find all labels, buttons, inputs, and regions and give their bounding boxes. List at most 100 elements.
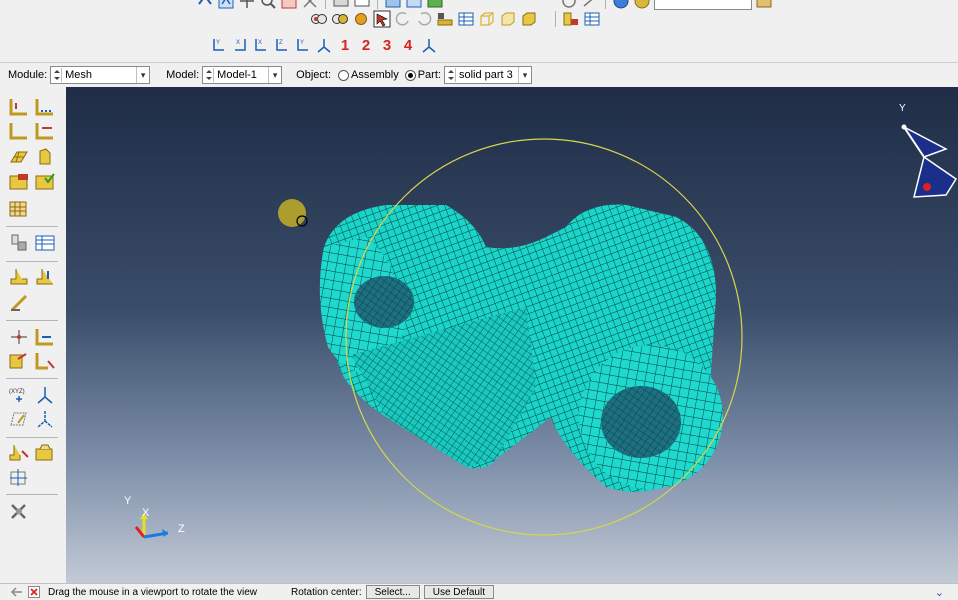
toolbar-separator	[555, 11, 556, 27]
module-dropdown-icon[interactable]: ▾	[136, 67, 149, 83]
model-tree-icon[interactable]	[583, 10, 601, 28]
solid-circle-icon[interactable]	[352, 10, 370, 28]
toolbox-separator	[6, 378, 58, 379]
query-part-icon[interactable]	[34, 443, 56, 463]
part-dropdown-icon[interactable]: ▾	[517, 67, 531, 83]
rotation-center-label: Rotation center:	[291, 586, 362, 598]
part-radio[interactable]	[404, 69, 416, 81]
model-spinner-icon[interactable]	[205, 68, 215, 82]
assembly-radio[interactable]	[338, 69, 350, 81]
tools-icon[interactable]	[8, 501, 30, 521]
part-value: solid part 3	[458, 69, 513, 81]
edit-mesh-icon[interactable]	[8, 293, 30, 313]
delete-part-seeds-icon[interactable]	[8, 121, 30, 141]
virtual-topology-icon[interactable]	[34, 351, 56, 371]
part-instance-icon[interactable]	[562, 10, 580, 28]
assembly-label: Assembly	[351, 69, 399, 81]
create-set-icon[interactable]	[8, 443, 30, 463]
module-selector[interactable]: Mesh ▾	[50, 66, 151, 84]
view-y-z-icon[interactable]: Y	[294, 36, 312, 54]
expand-prompt-icon[interactable]: ⌄	[935, 586, 944, 599]
triad-x-label: X	[142, 507, 150, 519]
select-arrow-icon[interactable]	[373, 10, 391, 28]
mesh-part-icon[interactable]	[8, 147, 30, 167]
delete-part-mesh-icon[interactable]	[8, 172, 30, 192]
view-y-x-icon[interactable]: Y	[210, 36, 228, 54]
zoom-icon[interactable]	[259, 0, 277, 10]
user-view-2[interactable]: 2	[357, 37, 375, 54]
pan-icon[interactable]	[238, 0, 256, 10]
global-axis-triad	[134, 513, 169, 539]
part-selector[interactable]: solid part 3 ▾	[443, 66, 532, 84]
element-type-icon[interactable]	[8, 233, 30, 253]
module-value: Mesh	[65, 69, 93, 81]
assign-mesh-controls-icon[interactable]	[8, 267, 30, 287]
assign-element-table-icon[interactable]	[34, 233, 56, 253]
seed-edges-icon[interactable]	[34, 97, 56, 117]
mesh-controls-icon[interactable]	[8, 199, 30, 219]
shaded-box-icon[interactable]	[499, 10, 517, 28]
verify-mesh-icon[interactable]	[34, 172, 56, 192]
redo-selection-icon[interactable]	[415, 10, 433, 28]
model-dropdown-icon[interactable]: ▾	[268, 67, 281, 83]
view-z-x-icon[interactable]: X	[252, 36, 270, 54]
mesh-seed-icon[interactable]	[436, 10, 454, 28]
user-view-4[interactable]: 4	[399, 37, 417, 54]
seed-part-icon[interactable]	[8, 97, 30, 117]
toolbar-row-2	[310, 8, 601, 30]
tangent-faces-icon[interactable]	[310, 10, 328, 28]
prompt-bar: Drag the mouse in a viewport to rotate t…	[0, 583, 958, 600]
partition-cell-icon[interactable]	[8, 351, 30, 371]
color-code-field[interactable]	[654, 0, 752, 10]
svg-text:Z: Z	[279, 40, 283, 46]
color-code-icon[interactable]	[612, 0, 630, 10]
module-spinner-icon[interactable]	[53, 68, 63, 82]
wireframe-box-icon[interactable]	[478, 10, 496, 28]
view-x-z-icon[interactable]: Z	[273, 36, 291, 54]
datum-plane-icon[interactable]	[8, 409, 30, 429]
view-iso-triad-icon[interactable]	[315, 36, 333, 54]
part-label: Part:	[417, 69, 441, 81]
user-view-3[interactable]: 3	[378, 37, 396, 54]
delete-edge-seeds-icon[interactable]	[34, 121, 56, 141]
select-button[interactable]: Select...	[365, 585, 420, 599]
mesh-table-icon[interactable]	[457, 10, 475, 28]
back-arrow-icon[interactable]	[10, 586, 24, 598]
view-x-y-icon[interactable]: X	[231, 36, 249, 54]
partition-edge-icon[interactable]	[8, 327, 30, 347]
model-selector[interactable]: Model-1 ▾	[202, 66, 283, 84]
svg-text:Y: Y	[216, 40, 220, 46]
mesh-region-icon[interactable]	[34, 147, 56, 167]
svg-text:Y: Y	[300, 40, 304, 46]
rotate-cursor-icon	[278, 199, 308, 227]
undo-selection-icon[interactable]	[394, 10, 412, 28]
view-orientation-triad[interactable]	[901, 124, 958, 198]
box-zoom-icon[interactable]	[280, 0, 298, 10]
viewport[interactable]: Y Y X Z	[66, 87, 958, 583]
cycle-views-icon[interactable]	[196, 0, 214, 10]
part-spinner-icon[interactable]	[447, 68, 456, 82]
rotate-icon[interactable]	[217, 0, 235, 10]
orient-triad-y-label: Y	[899, 103, 906, 114]
datum-point-icon[interactable]: (XYZ)	[8, 385, 30, 405]
toolbar-separator	[605, 0, 606, 9]
module-label: Module:	[8, 69, 48, 81]
solid-box-icon[interactable]	[520, 10, 538, 28]
color-settings-icon[interactable]	[755, 0, 773, 10]
use-default-button[interactable]: Use Default	[423, 585, 494, 599]
datum-csys-icon[interactable]	[34, 385, 56, 405]
user-view-1[interactable]: 1	[336, 37, 354, 54]
context-bar: Module: Mesh ▾ Model: Model-1 ▾ Object: …	[0, 62, 958, 88]
cancel-icon[interactable]	[28, 586, 40, 598]
toolbox-separator	[6, 437, 58, 438]
display-group-icon[interactable]	[8, 467, 30, 487]
intersecting-faces-icon[interactable]	[331, 10, 349, 28]
viewport-canvas[interactable]	[66, 87, 958, 583]
datum-axis-icon[interactable]	[34, 409, 56, 429]
assign-stack-direction-icon[interactable]	[34, 267, 56, 287]
object-label: Object:	[296, 69, 332, 81]
partition-face-icon[interactable]	[34, 327, 56, 347]
transparency-icon[interactable]	[633, 0, 651, 10]
model-label: Model:	[166, 69, 200, 81]
view-triad-icon[interactable]	[420, 36, 438, 54]
